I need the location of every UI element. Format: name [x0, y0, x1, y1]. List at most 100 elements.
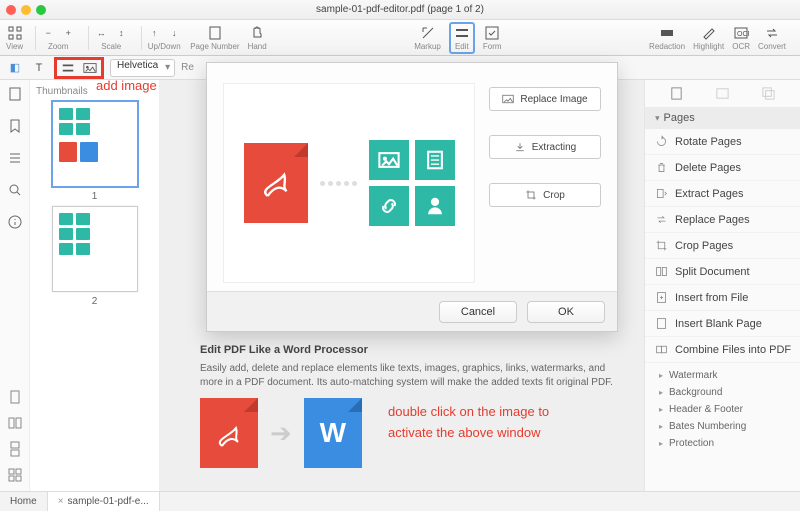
highlight-icon [701, 25, 717, 41]
tool-edit[interactable]: Edit [449, 22, 475, 54]
form-icon [484, 25, 500, 41]
page-down-icon[interactable]: ↓ [166, 25, 182, 41]
page-icon [207, 25, 223, 41]
svg-text:OCR: OCR [737, 31, 749, 38]
minimize-window-icon[interactable] [21, 5, 31, 15]
crop-icon [655, 239, 668, 252]
rp-bates-numbering[interactable]: Bates Numbering [645, 418, 800, 435]
add-text-block-icon[interactable] [59, 59, 77, 77]
maximize-window-icon[interactable] [36, 5, 46, 15]
tool-convert[interactable]: Convert [758, 25, 786, 51]
rp-background[interactable]: Background [645, 384, 800, 401]
tool-scale-label: Scale [101, 42, 121, 51]
thumbnail-1-number: 1 [36, 191, 153, 202]
rp-split-document[interactable]: Split Document [645, 259, 800, 285]
zoom-out-icon[interactable]: − [40, 25, 56, 41]
fit-width-icon[interactable]: ↔ [93, 25, 109, 41]
tile-doc-icon [415, 140, 455, 180]
tool-updown-label: Up/Down [148, 42, 181, 51]
text-tool-icon[interactable]: T [30, 59, 48, 77]
tool-updown[interactable]: ↑↓ Up/Down [146, 25, 182, 51]
rp-rotate-pages[interactable]: Rotate Pages [645, 129, 800, 155]
tool-zoom[interactable]: − + Zoom [40, 25, 76, 51]
ocr-icon: OCR [733, 25, 749, 41]
rp-delete-pages[interactable]: Delete Pages [645, 155, 800, 181]
tool-view[interactable]: View [6, 25, 23, 51]
tool-hand-label: Hand [248, 42, 267, 51]
extract-image-button[interactable]: Extracting [489, 135, 601, 159]
crop-image-button[interactable]: Crop [489, 183, 601, 207]
extract-icon [655, 187, 668, 200]
tool-ocr[interactable]: OCR OCR [732, 25, 750, 51]
tool-redaction[interactable]: Redaction [649, 25, 685, 51]
tool-scale[interactable]: ↔↕ Scale [93, 25, 129, 51]
fit-height-icon[interactable]: ↕ [113, 25, 129, 41]
tool-pagenum[interactable]: Page Number [190, 25, 239, 51]
rp-tab-page-icon[interactable] [669, 86, 684, 101]
preview-pdf-icon [244, 143, 308, 223]
single-page-icon[interactable] [7, 389, 23, 405]
export-icon [514, 141, 526, 153]
tool-highlight[interactable]: Highlight [693, 25, 724, 51]
thumbnail-page-2[interactable] [52, 206, 138, 292]
image-small-icon [502, 93, 514, 105]
add-image-icon[interactable] [81, 59, 99, 77]
tile-person-icon [415, 186, 455, 226]
rp-header-footer[interactable]: Header & Footer [645, 401, 800, 418]
rp-pages-header[interactable]: Pages [645, 107, 800, 129]
crop-small-icon [525, 189, 537, 201]
close-tab-icon[interactable]: × [58, 496, 64, 507]
tab-home[interactable]: Home [0, 492, 48, 511]
close-window-icon[interactable] [6, 5, 16, 15]
tab-document-1[interactable]: ×sample-01-pdf-e... [48, 492, 160, 511]
font-family-select[interactable]: Helvetica ▾ [110, 59, 175, 77]
two-page-icon[interactable] [7, 415, 23, 431]
cancel-button[interactable]: Cancel [439, 301, 517, 323]
zoom-in-icon[interactable]: + [60, 25, 76, 41]
view-mode-rail [0, 389, 30, 491]
replace-image-button[interactable]: Replace Image [489, 87, 601, 111]
tool-pagenum-label: Page Number [190, 42, 239, 51]
rp-tab-annot-icon[interactable] [715, 86, 730, 101]
traffic-lights[interactable] [6, 5, 46, 15]
rp-replace-pages[interactable]: Replace Pages [645, 207, 800, 233]
bookmarks-icon[interactable] [7, 118, 23, 134]
word-file-icon[interactable]: W [304, 398, 362, 468]
hand-icon [249, 25, 265, 41]
rp-tab-layers-icon[interactable] [761, 86, 776, 101]
image-preview [223, 83, 475, 283]
page-up-icon[interactable]: ↑ [146, 25, 162, 41]
rp-watermark[interactable]: Watermark [645, 367, 800, 384]
tool-hand[interactable]: Hand [248, 25, 267, 51]
pdf-file-icon[interactable] [200, 398, 258, 468]
window-title: sample-01-pdf-editor.pdf (page 1 of 2) [316, 4, 484, 15]
rp-combine-files[interactable]: Combine Files into PDF [645, 337, 800, 363]
combine-icon [655, 343, 668, 356]
rp-insert-from-file[interactable]: Insert from File [645, 285, 800, 311]
rp-protection[interactable]: Protection [645, 435, 800, 452]
right-panel: Pages Rotate Pages Delete Pages Extract … [644, 80, 800, 491]
thumbnail-page-1[interactable] [52, 101, 138, 187]
rp-insert-blank[interactable]: Insert Blank Page [645, 311, 800, 337]
ok-button[interactable]: OK [527, 301, 605, 323]
thumbnails-icon[interactable] [7, 86, 23, 102]
word-letter: W [320, 417, 346, 449]
tool-form[interactable]: Form [483, 25, 502, 51]
annotation-doubleclick: double click on the image to activate th… [388, 402, 608, 444]
rp-crop-pages[interactable]: Crop Pages [645, 233, 800, 259]
doc-body: Easily add, delete and replace elements … [200, 362, 618, 390]
search-icon[interactable] [7, 182, 23, 198]
split-icon [655, 265, 668, 278]
doc-heading: Edit PDF Like a Word Processor [200, 344, 618, 356]
tool-markup[interactable]: Markup [414, 25, 441, 51]
info-icon[interactable] [7, 214, 23, 230]
convert-icon [764, 25, 780, 41]
rp-extract-pages[interactable]: Extract Pages [645, 181, 800, 207]
panel-toggle-icon[interactable]: ◧ [6, 59, 24, 77]
outline-icon[interactable] [7, 150, 23, 166]
font-family-value: Helvetica [117, 60, 158, 71]
markup-icon [420, 25, 436, 41]
continuous-icon[interactable] [7, 441, 23, 457]
grid-view-icon[interactable] [7, 467, 23, 483]
rotate-icon [655, 135, 668, 148]
